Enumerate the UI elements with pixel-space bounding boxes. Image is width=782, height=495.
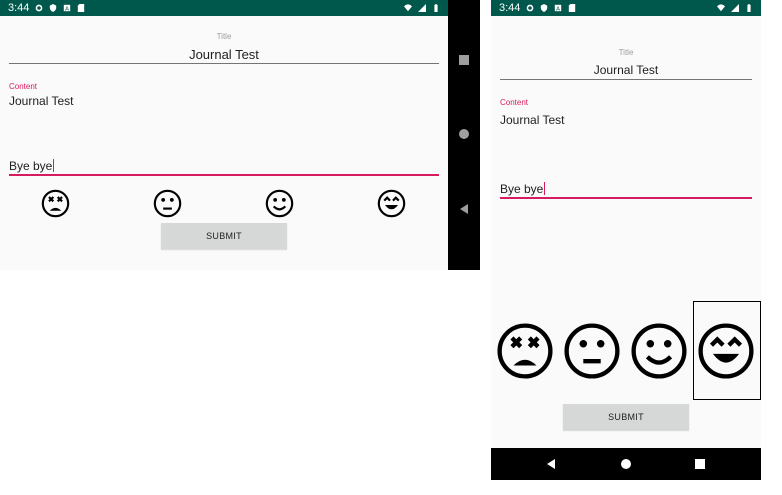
settings-icon <box>527 4 534 12</box>
title-underline <box>500 79 752 80</box>
grin-face-icon[interactable] <box>377 189 406 218</box>
entry-input-text: Bye bye <box>500 182 544 196</box>
landscape-nav-bar <box>448 0 480 270</box>
neutral-face-icon[interactable] <box>153 189 182 218</box>
shield-icon <box>50 4 57 12</box>
portrait-screen: 3:44 A Title Journal Test Content Journa… <box>491 0 761 448</box>
dead-face-icon[interactable] <box>496 322 554 380</box>
content-field[interactable]: Journal Test <box>9 94 73 108</box>
sd-card-icon <box>569 4 576 12</box>
portrait-nav-bar <box>491 448 761 480</box>
svg-text:A: A <box>66 6 70 12</box>
dead-face-icon[interactable] <box>41 189 70 218</box>
notification-icon: A <box>555 4 562 12</box>
entry-input-text: Bye bye <box>9 159 53 173</box>
text-caret <box>53 159 55 172</box>
home-icon[interactable] <box>621 459 631 469</box>
settings-icon <box>36 4 43 12</box>
signal-icon <box>418 4 426 12</box>
title-field[interactable]: Journal Test <box>500 63 752 77</box>
content-field[interactable]: Journal Test <box>500 113 564 127</box>
sd-card-icon <box>78 4 85 12</box>
notification-icon: A <box>64 4 71 12</box>
status-time: 3:44 <box>8 2 30 14</box>
landscape-screen: 3:44 A Title Journal Test Content Journa… <box>0 0 448 270</box>
signal-icon <box>731 4 739 12</box>
wifi-icon <box>404 4 412 12</box>
wifi-icon <box>717 4 725 12</box>
recents-icon[interactable] <box>459 55 469 65</box>
status-time: 3:44 <box>499 2 521 14</box>
content-label: Content <box>500 98 529 107</box>
recents-icon[interactable] <box>695 459 705 469</box>
entry-input[interactable]: Bye bye <box>9 159 55 173</box>
title-underline <box>9 63 439 64</box>
neutral-face-icon[interactable] <box>563 322 621 380</box>
content-label: Content <box>9 82 38 91</box>
submit-button[interactable]: SUBMIT <box>563 404 689 430</box>
svg-text:A: A <box>557 6 561 12</box>
grin-face-icon[interactable] <box>697 322 755 380</box>
status-bar: 3:44 A <box>0 0 448 16</box>
title-field[interactable]: Journal Test <box>9 47 439 62</box>
entry-underline <box>9 174 439 176</box>
back-icon[interactable] <box>459 204 469 214</box>
home-icon[interactable] <box>459 129 469 139</box>
shield-icon <box>541 4 548 12</box>
entry-input[interactable]: Bye bye <box>500 182 546 196</box>
entry-underline <box>500 197 752 199</box>
title-label: Title <box>216 32 232 41</box>
smile-face-icon[interactable] <box>265 189 294 218</box>
text-caret <box>544 182 546 195</box>
title-label: Title <box>618 48 634 57</box>
back-icon[interactable] <box>546 459 556 469</box>
battery-icon <box>747 4 751 12</box>
status-bar: 3:44 A <box>491 0 761 16</box>
battery-icon <box>434 4 438 12</box>
smile-face-icon[interactable] <box>630 322 688 380</box>
submit-button[interactable]: SUBMIT <box>161 223 287 249</box>
